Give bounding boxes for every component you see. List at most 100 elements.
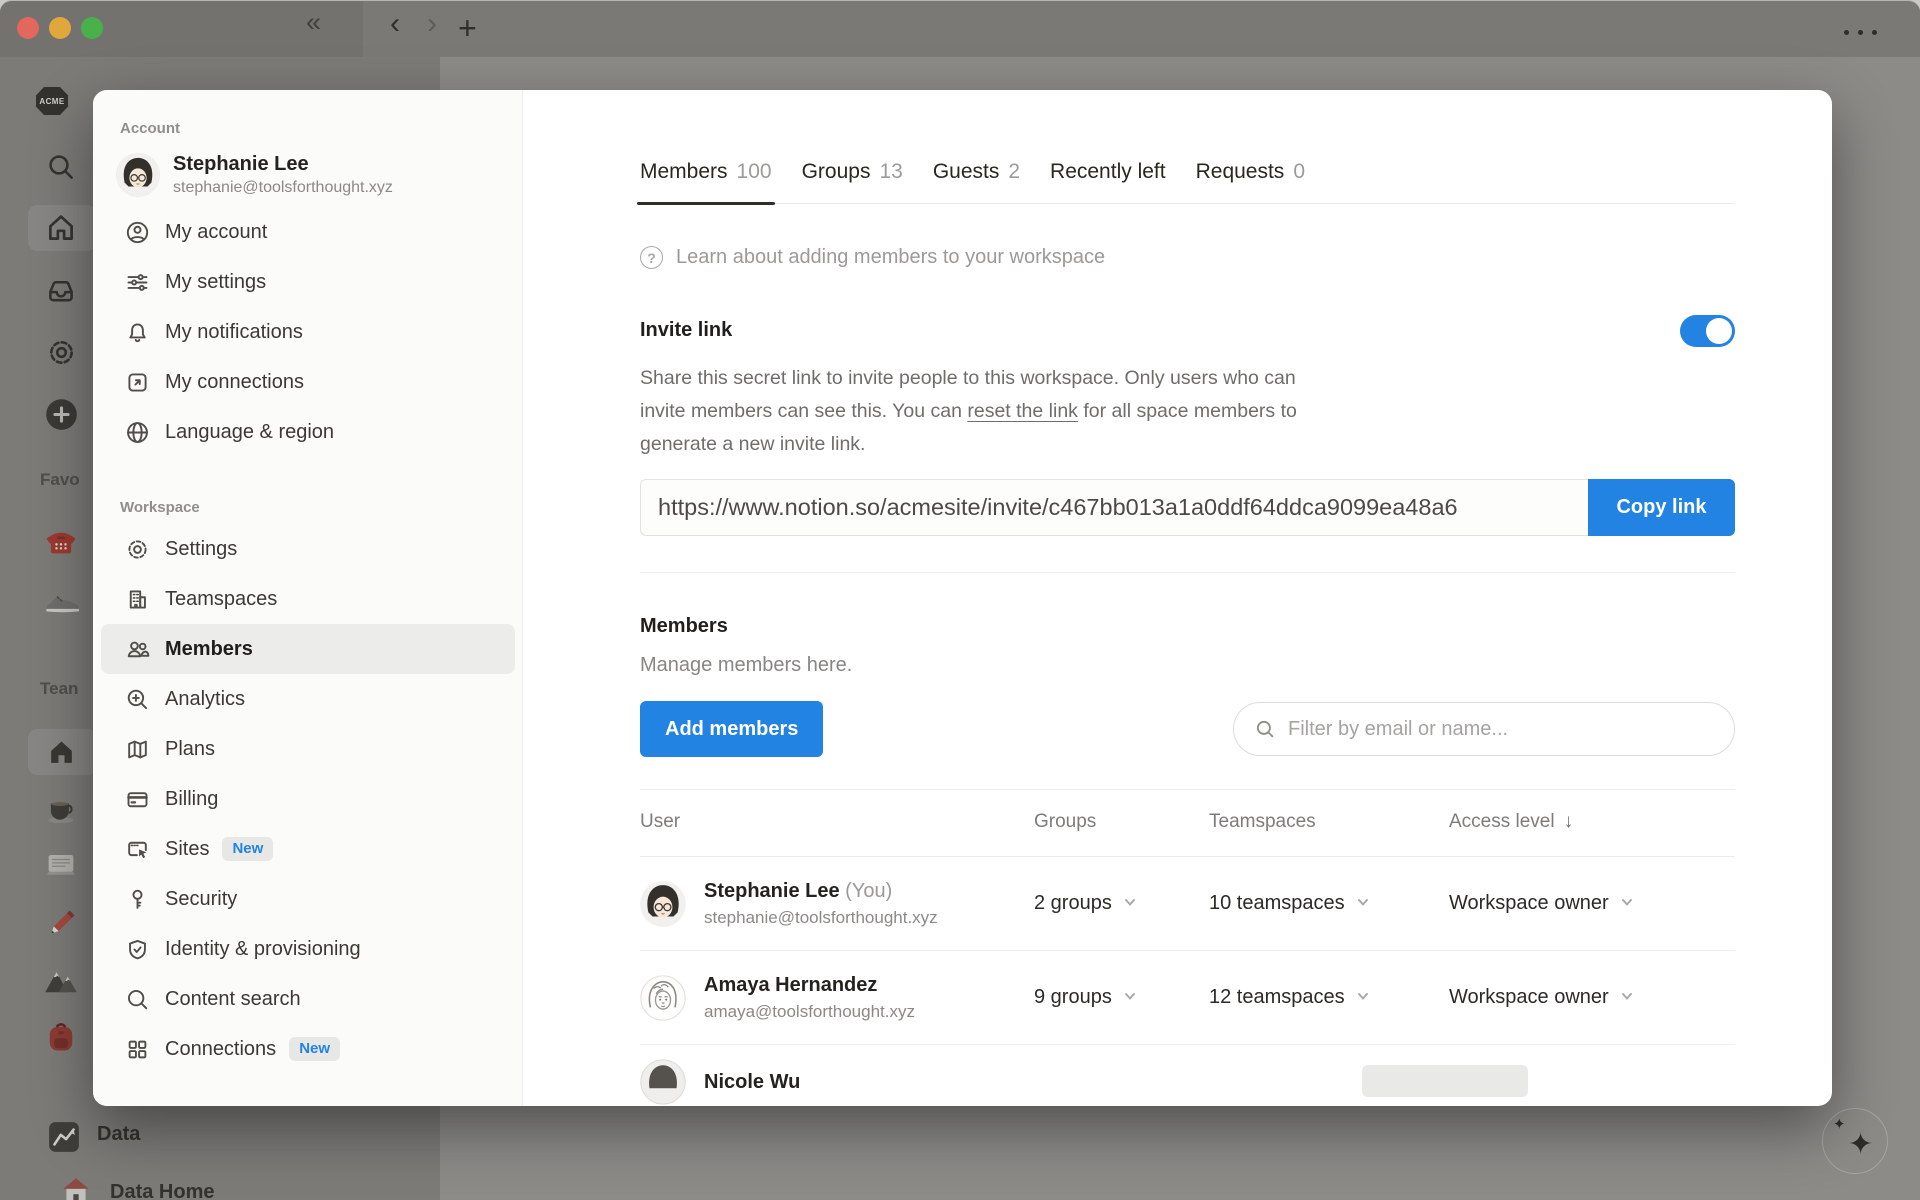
more-options-icon[interactable] <box>1844 30 1877 35</box>
col-user[interactable]: User <box>640 811 1034 833</box>
member-email: stephanie@toolsforthought.xyz <box>704 907 938 927</box>
section-divider <box>640 572 1735 573</box>
sidebar-item-plans[interactable]: Plans <box>101 724 515 774</box>
new-page-plus-icon[interactable] <box>43 396 79 432</box>
reset-link[interactable]: reset the link <box>967 400 1078 422</box>
sidebar-item-security[interactable]: Security <box>101 874 515 924</box>
ai-assistant-button[interactable]: ✦ ✦ <box>1822 1108 1888 1174</box>
new-tab-icon[interactable]: + <box>458 12 477 44</box>
close-window-button[interactable] <box>17 17 39 39</box>
tab-groups[interactable]: Groups 13 <box>802 160 903 184</box>
collapse-sidebar-icon[interactable]: « <box>306 9 321 36</box>
workspace-section-label: Workspace <box>120 499 200 516</box>
team-pencil-emoji-icon[interactable] <box>43 906 79 942</box>
tab-recently-left[interactable]: Recently left <box>1050 160 1166 184</box>
col-groups[interactable]: Groups <box>1034 811 1209 833</box>
member-row: Nicole Wu <box>640 1045 1735 1106</box>
sidebar-user-row[interactable]: Stephanie Lee stephanie@toolsforthought.… <box>117 153 522 197</box>
globe-icon <box>124 419 151 446</box>
sidebar-item-content-search[interactable]: Content search <box>101 974 515 1024</box>
settings-sidebar: Account Stephanie Lee stephanie@toolsfor… <box>93 90 523 1106</box>
back-icon[interactable]: ‹ <box>390 9 400 39</box>
sidebar-item-analytics[interactable]: Analytics <box>101 674 515 724</box>
favorite-phone-emoji-icon[interactable] <box>43 523 79 559</box>
magnifier-icon <box>124 986 151 1013</box>
members-table-header: User Groups Teamspaces Access level ↓ <box>640 790 1735 857</box>
sidebar-item-label: Identity & provisioning <box>165 937 361 960</box>
member-filter-input[interactable] <box>1288 717 1714 741</box>
minimize-window-button[interactable] <box>49 17 71 39</box>
add-members-button[interactable]: Add members <box>640 701 824 757</box>
chevron-down-icon <box>1123 986 1137 1009</box>
data-page-icon[interactable] <box>46 1119 82 1155</box>
new-badge: New <box>222 837 274 861</box>
col-access-level[interactable]: Access level ↓ <box>1449 811 1735 833</box>
inbox-icon[interactable] <box>43 273 79 309</box>
sidebar-item-connections[interactable]: Connections New <box>101 1024 515 1074</box>
sidebar-item-label: My settings <box>165 270 267 293</box>
settings-modal: Account Stephanie Lee stephanie@toolsfor… <box>93 90 1832 1106</box>
sidebar-item-sites[interactable]: Sites New <box>101 824 515 874</box>
chevron-down-icon <box>1123 892 1137 915</box>
sidebar-item-label: Billing <box>165 787 219 810</box>
chevron-down-icon <box>1356 892 1370 915</box>
magnifier-plus-icon <box>124 686 151 713</box>
sidebar-user-name: Stephanie Lee <box>173 153 309 175</box>
chevron-down-icon <box>1620 892 1634 915</box>
settings-gear-icon[interactable] <box>43 334 79 370</box>
tab-requests[interactable]: Requests 0 <box>1196 160 1305 184</box>
sidebar-item-teamspaces[interactable]: Teamspaces <box>101 574 515 624</box>
teamspaces-dropdown[interactable]: 10 teamspaces <box>1209 892 1449 915</box>
avatar <box>640 1059 686 1105</box>
groups-dropdown[interactable]: 9 groups <box>1034 986 1209 1009</box>
groups-dropdown[interactable]: 2 groups <box>1034 892 1209 915</box>
invite-link-toggle[interactable] <box>1680 315 1735 347</box>
member-name: Nicole Wu <box>704 1070 801 1093</box>
invite-link-section: Invite link Share this secret link to in… <box>640 315 1735 536</box>
workspace-logo[interactable]: ACME <box>36 87 68 115</box>
sidebar-item-my-connections[interactable]: My connections <box>101 357 515 407</box>
sidebar-item-identity-provisioning[interactable]: Identity & provisioning <box>101 924 515 974</box>
zoom-window-button[interactable] <box>81 17 103 39</box>
members-table: User Groups Teamspaces Access level ↓ St… <box>640 789 1735 1106</box>
data-home-page-label[interactable]: Data Home <box>110 1181 214 1200</box>
data-page-label[interactable]: Data <box>97 1123 140 1146</box>
team-mountain-emoji-icon[interactable] <box>43 963 79 999</box>
sidebar-item-language-region[interactable]: Language & region <box>101 407 515 457</box>
sidebar-item-label: Settings <box>165 537 238 560</box>
clipped-dropdown-top <box>1362 1065 1528 1097</box>
access-level-dropdown[interactable]: Workspace owner <box>1449 986 1735 1009</box>
invite-url-field[interactable] <box>640 479 1588 536</box>
sidebar-item-my-settings[interactable]: My settings <box>101 257 515 307</box>
access-level-dropdown[interactable]: Workspace owner <box>1449 892 1735 915</box>
invite-link-title: Invite link <box>640 319 733 341</box>
sidebar-item-members[interactable]: Members <box>101 624 515 674</box>
team-home-icon[interactable] <box>43 734 79 770</box>
learn-about-members-link[interactable]: ? Learn about adding members to your wor… <box>640 246 1735 269</box>
data-home-page-icon[interactable] <box>58 1173 94 1200</box>
key-icon <box>124 886 151 913</box>
col-teamspaces[interactable]: Teamspaces <box>1209 811 1449 833</box>
search-icon[interactable] <box>43 149 79 185</box>
teamspaces-dropdown[interactable]: 12 teamspaces <box>1209 986 1449 1009</box>
titlebar: « ‹ › + <box>0 1 1920 57</box>
sort-descending-icon: ↓ <box>1563 811 1574 832</box>
team-backpack-emoji-icon[interactable] <box>43 1019 79 1055</box>
favorite-sneaker-emoji-icon[interactable] <box>43 583 79 619</box>
copy-link-button[interactable]: Copy link <box>1588 479 1735 536</box>
members-tabs: Members 100 Groups 13 Guests 2 Recently lef… <box>637 160 1735 205</box>
sidebar-item-settings[interactable]: Settings <box>101 524 515 574</box>
sidebar-item-my-notifications[interactable]: My notifications <box>101 307 515 357</box>
home-icon[interactable] <box>43 210 79 246</box>
shield-check-icon <box>124 936 151 963</box>
tab-guests[interactable]: Guests 2 <box>933 160 1020 184</box>
sidebar-item-label: My notifications <box>165 320 303 343</box>
team-coffee-emoji-icon[interactable] <box>43 791 79 827</box>
team-notebook-emoji-icon[interactable] <box>43 846 79 882</box>
sidebar-item-billing[interactable]: Billing <box>101 774 515 824</box>
tab-members[interactable]: Members 100 <box>637 160 775 205</box>
sidebar-item-my-account[interactable]: My account <box>101 207 515 257</box>
member-filter-input-wrap[interactable] <box>1233 702 1735 756</box>
sparkle-icon: ✦ <box>1848 1128 1874 1161</box>
member-email: amaya@toolsforthought.xyz <box>704 1001 915 1021</box>
